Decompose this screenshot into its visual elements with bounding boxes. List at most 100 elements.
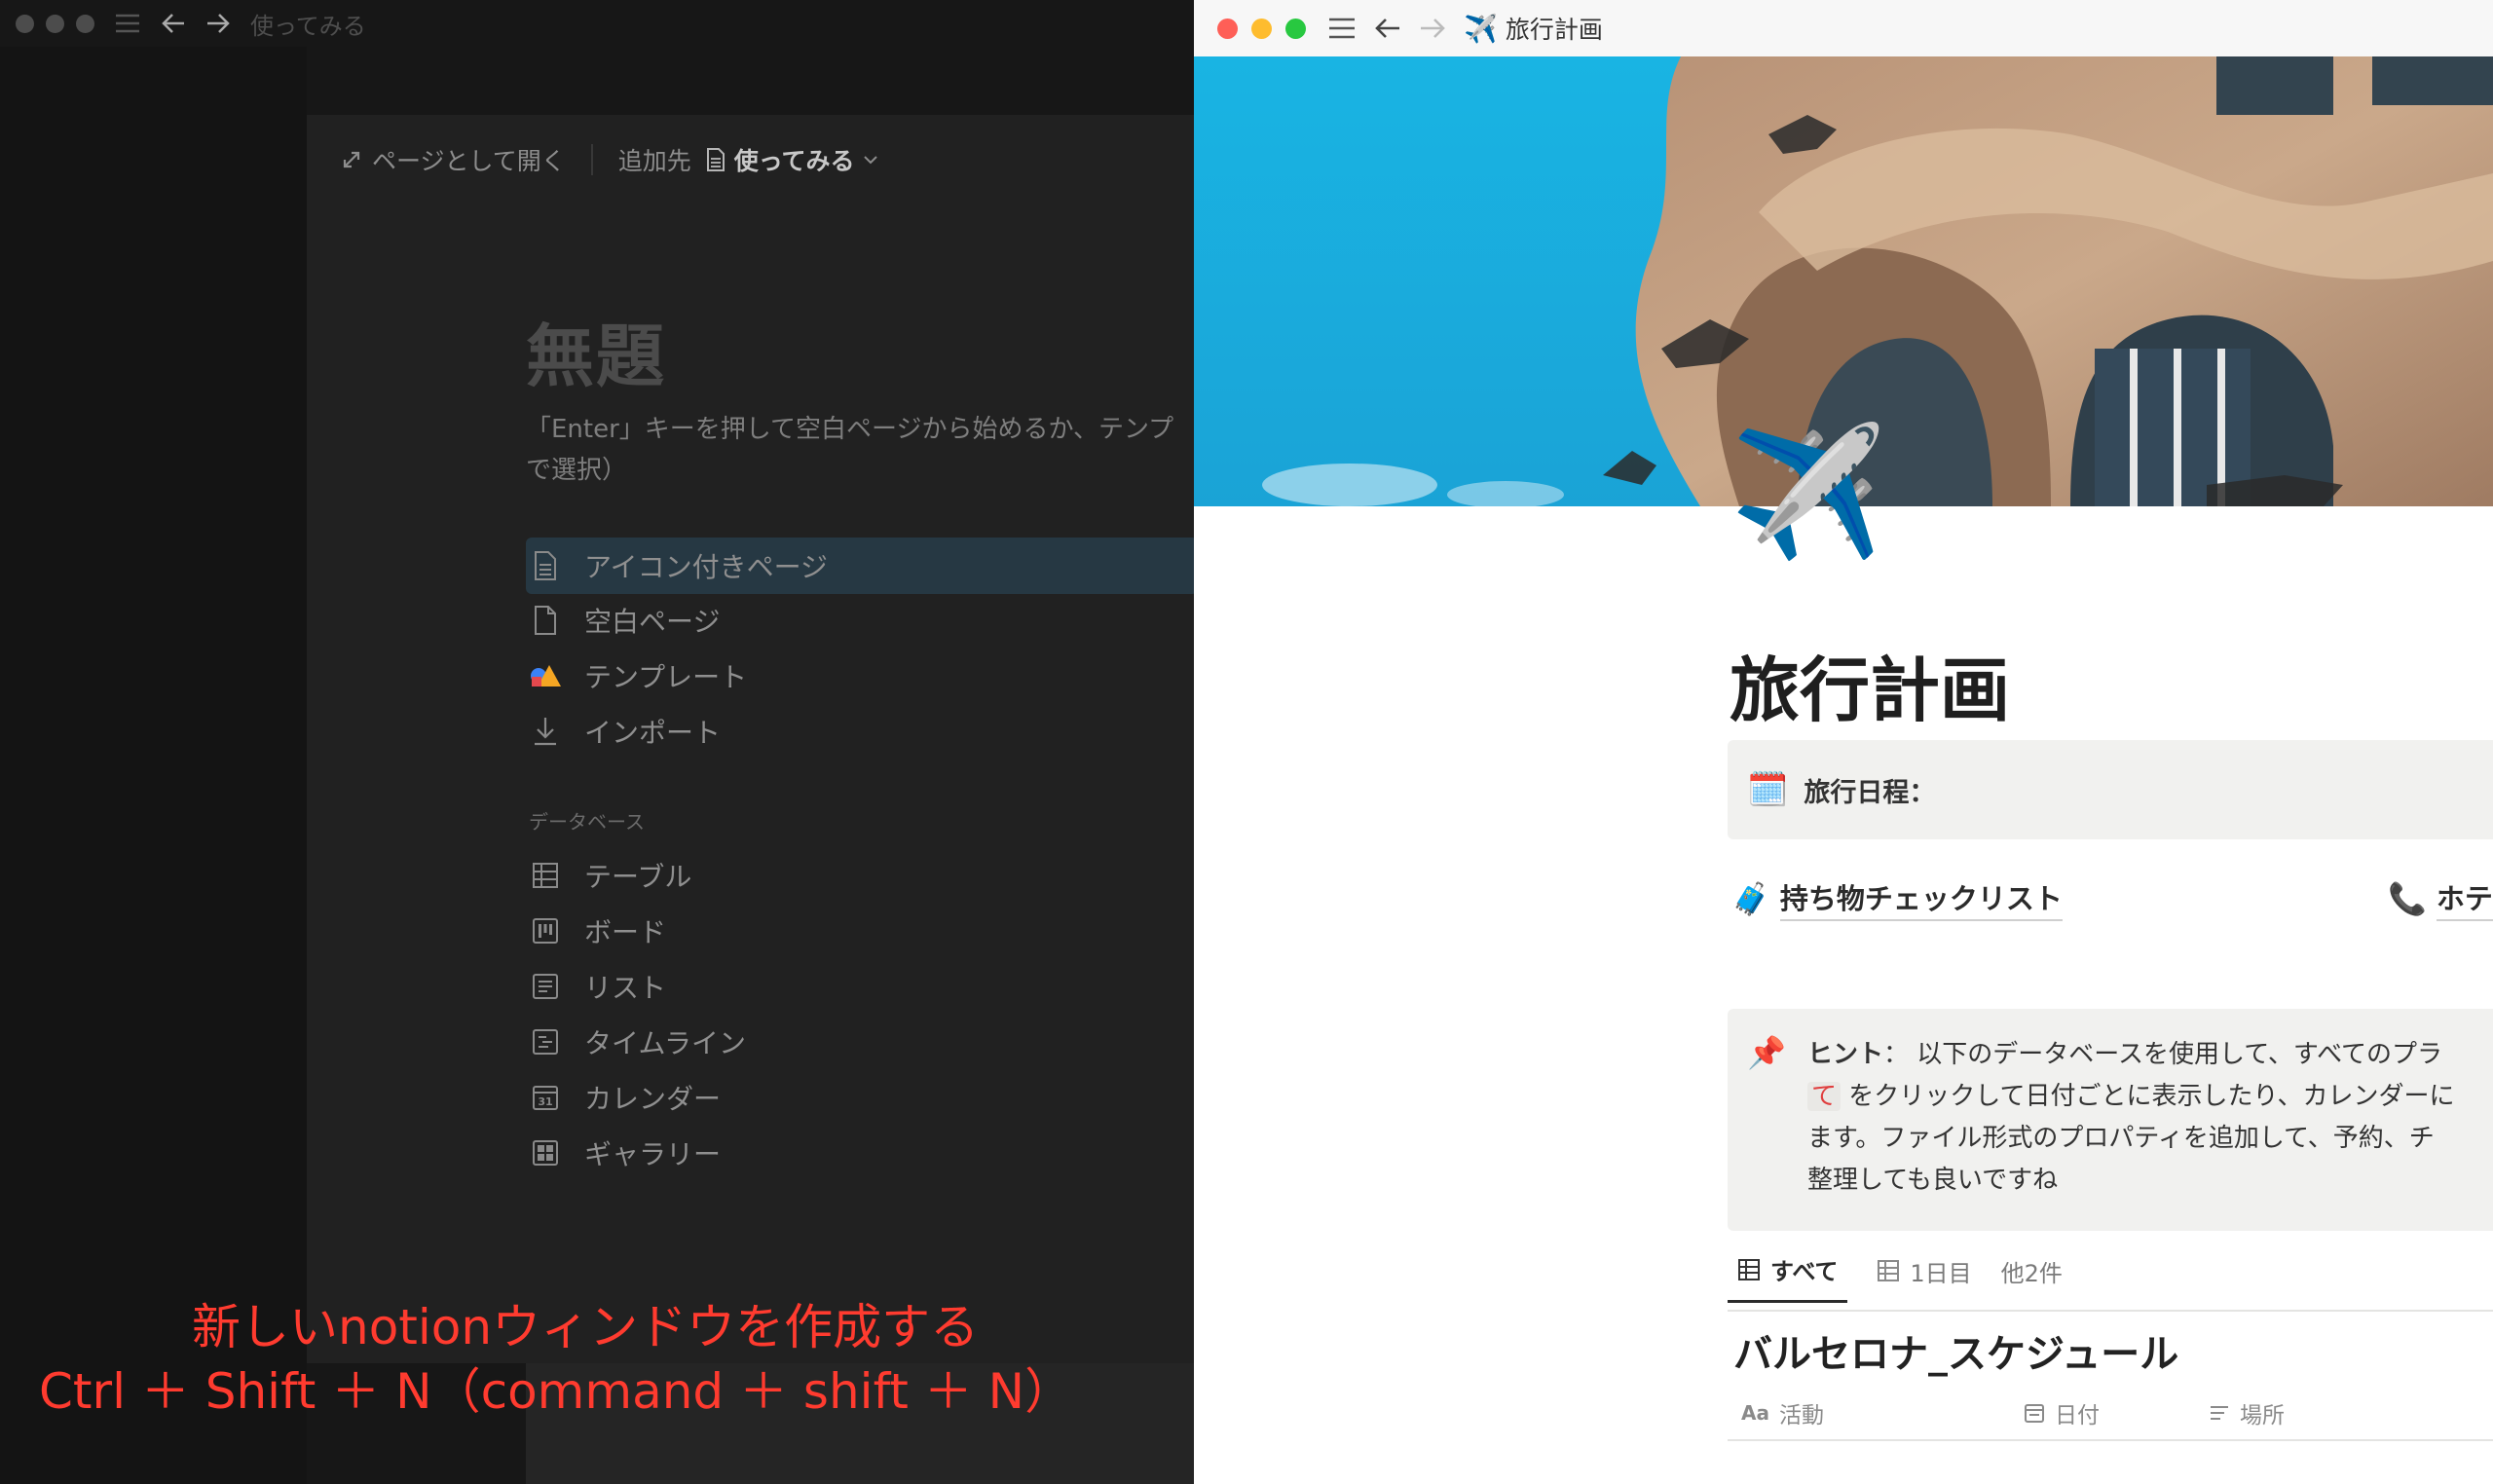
airplane-icon: ✈️ — [1464, 12, 1498, 45]
property-activity[interactable]: Aa 活動 — [1741, 1396, 2024, 1429]
sidebar-toggle-icon[interactable] — [1327, 16, 1357, 41]
table-icon — [1737, 1258, 1761, 1281]
menu-item-timeline[interactable]: タイムライン — [526, 1014, 746, 1070]
page-icon[interactable]: ✈️ — [1730, 428, 1887, 555]
menu-item-label: タイムライン — [584, 1027, 747, 1059]
caption-line-2: Ctrl ＋ Shift ＋ N（command ＋ shift ＋ N） — [39, 1363, 1074, 1420]
hint-line-2: で選択） — [526, 456, 628, 485]
menu-item-template[interactable]: テンプレート — [526, 648, 747, 704]
menu-item-board[interactable]: ボード — [526, 903, 666, 959]
tab-label: すべて — [1770, 1258, 1839, 1285]
back-arrow-icon[interactable] — [1374, 17, 1401, 40]
download-arrow-icon — [526, 715, 565, 748]
phone-icon: 📞 — [2388, 880, 2427, 917]
hint-callout[interactable]: 📌 ヒント： 以下のデータベースを使用して、すべてのプラ て をクリックして日付… — [1728, 1009, 2493, 1231]
hint-text: ヒント： 以下のデータベースを使用して、すべてのプラ て をクリックして日付ごと… — [1807, 1034, 2454, 1202]
table-icon — [526, 859, 565, 892]
calendar-icon — [2024, 1402, 2045, 1424]
right-titlebar: ✈️ 旅行計画 — [1194, 0, 2493, 56]
suitcase-icon: 🧳 — [1731, 880, 1770, 917]
property-label: 活動 — [1778, 1403, 1824, 1428]
database-title[interactable]: バルセロナ_スケジュール — [1733, 1322, 2178, 1379]
right-notion-window: ✈️ 旅行計画 ✈️ 旅行計画 🗓️ 旅行日程： 🧳 持ち物チェックリスト 📞 … — [1194, 0, 2493, 1484]
blank-page-icon — [526, 604, 565, 637]
menu-item-calendar[interactable]: 31 カレンダー — [526, 1069, 721, 1126]
text-aa-icon: Aa — [1741, 1401, 1769, 1425]
property-label: 場所 — [2240, 1403, 2285, 1428]
new-page-modal: ページとして開く 追加先 使ってみる — [307, 115, 1194, 1363]
tabs-divider — [1728, 1310, 2493, 1312]
empty-page-hint: 「Enter」キーを押して空白ページから始めるか、テンプ で選択） — [526, 409, 1188, 491]
destination-selector[interactable]: 使ってみる — [705, 142, 878, 177]
menu-item-label: アイコン付きページ — [584, 551, 829, 583]
page-title[interactable]: 旅行計画 — [1730, 633, 2010, 735]
hint-line-3: ます。ファイル形式のプロパティを追加して、予約、チ — [1807, 1124, 2435, 1153]
page-title-placeholder[interactable]: 無題 — [526, 302, 666, 400]
open-as-page-button[interactable]: ページとして開く — [341, 142, 566, 177]
forward-arrow-icon[interactable] — [205, 12, 231, 35]
board-icon — [526, 914, 565, 947]
calendar-icon: 31 — [526, 1081, 565, 1114]
left-window-title: 使ってみる — [250, 12, 366, 40]
menu-item-blank-page[interactable]: 空白ページ — [526, 592, 720, 649]
page-breadcrumb[interactable]: ✈️ 旅行計画 — [1464, 11, 1603, 46]
database-property-headers: Aa 活動 日付 場所 — [1741, 1396, 2285, 1429]
hint-line-2: をクリックして日付ごとに表示したり、カレンダーに — [1841, 1082, 2455, 1111]
menu-item-gallery[interactable]: ギャラリー — [526, 1125, 721, 1181]
shortcut-caption: 新しいnotionウィンドウを作成する Ctrl ＋ Shift ＋ N（com… — [39, 1295, 1073, 1424]
table-icon — [1877, 1259, 1900, 1282]
page-link-packing-list[interactable]: 🧳 持ち物チェックリスト — [1731, 876, 2063, 921]
modal-toolbar: ページとして開く 追加先 使ってみる — [341, 138, 878, 181]
toolbar-divider — [590, 144, 593, 175]
tab-day-1[interactable]: 1日目 — [1877, 1254, 1972, 1302]
tab-all[interactable]: すべて — [1728, 1252, 1848, 1303]
menu-item-import[interactable]: インポート — [526, 703, 721, 760]
window-zoom-button[interactable] — [76, 14, 94, 33]
database-view-tabs: すべて 1日目 他2件 — [1728, 1252, 2063, 1303]
menu-item-label: カレンダー — [584, 1083, 722, 1115]
expand-arrows-icon — [341, 149, 362, 170]
menu-item-label: インポート — [584, 717, 722, 749]
page-link-label: ホテ — [2436, 876, 2493, 921]
inline-code-chip: て — [1807, 1082, 1842, 1111]
menu-item-label: リスト — [584, 972, 667, 1004]
property-location[interactable]: 場所 — [2209, 1396, 2285, 1429]
menu-item-label: ギャラリー — [584, 1138, 722, 1170]
chevron-down-icon — [863, 154, 878, 166]
menu-item-table[interactable]: テーブル — [526, 847, 691, 904]
right-window-title: 旅行計画 — [1505, 16, 1603, 44]
svg-text:31: 31 — [538, 1095, 552, 1108]
left-titlebar: 使ってみる — [0, 0, 1194, 47]
tab-label: 1日目 — [1910, 1259, 1972, 1287]
window-zoom-button[interactable] — [1285, 18, 1306, 39]
window-minimize-button[interactable] — [1251, 18, 1272, 39]
left-notion-window: 使ってみる ページとして開く 追加先 使ってみる 無題 「Enter」キーを押し… — [0, 0, 1194, 1484]
list-icon — [526, 970, 565, 1003]
property-date[interactable]: 日付 — [2024, 1396, 2209, 1429]
lines-icon — [2209, 1403, 2230, 1423]
hint-line-4: 整理しても良いですね — [1807, 1166, 2059, 1195]
page-link-hotel[interactable]: 📞 ホテ — [2388, 876, 2493, 921]
tab-label: 他2件 — [2000, 1259, 2063, 1287]
trip-dates-callout[interactable]: 🗓️ 旅行日程： — [1728, 740, 2493, 839]
window-close-button[interactable] — [1217, 18, 1238, 39]
forward-arrow-icon[interactable] — [1419, 17, 1446, 40]
add-to-label: 追加先 — [617, 147, 691, 175]
caption-line-1: 新しいnotionウィンドウを作成する — [192, 1299, 980, 1355]
shapes-icon — [526, 659, 565, 692]
left-background-shade — [0, 47, 307, 1484]
menu-item-page-with-icon[interactable]: アイコン付きページ — [526, 538, 828, 594]
timeline-icon — [526, 1025, 565, 1058]
gallery-icon — [526, 1136, 565, 1169]
destination-page-name: 使ってみる — [733, 147, 855, 175]
tab-more-views[interactable]: 他2件 — [2001, 1254, 2063, 1302]
window-minimize-button[interactable] — [46, 14, 64, 33]
page-link-label: 持ち物チェックリスト — [1779, 876, 2063, 921]
back-arrow-icon[interactable] — [161, 12, 186, 35]
open-as-page-label: ページとして開く — [372, 147, 566, 175]
menu-item-label: テンプレート — [584, 661, 748, 693]
sidebar-toggle-icon[interactable] — [114, 12, 141, 35]
window-close-button[interactable] — [16, 14, 34, 33]
hint-line-1: 「Enter」キーを押して空白ページから始めるか、テンプ — [526, 415, 1174, 444]
menu-item-list[interactable]: リスト — [526, 958, 666, 1015]
